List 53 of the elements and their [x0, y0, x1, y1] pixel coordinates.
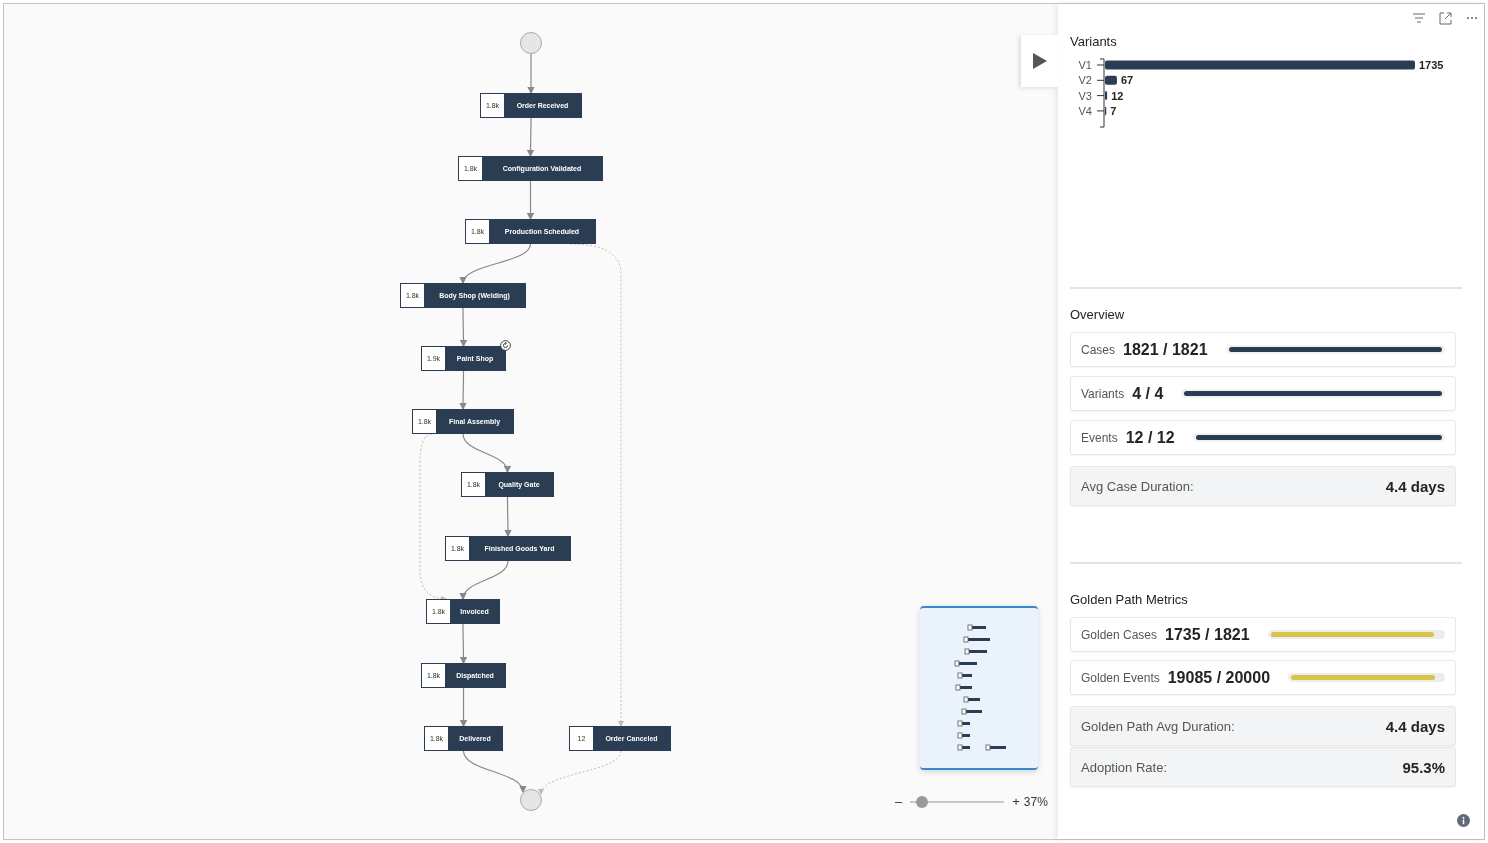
bar-value-label: 67	[1120, 74, 1134, 87]
flow-arrow	[459, 687, 468, 728]
variant-bar[interactable]	[1105, 75, 1117, 85]
flow-arrow	[462, 750, 526, 794]
stat-label: Avg Case Duration:	[1081, 478, 1194, 494]
start-node	[520, 32, 542, 54]
metric-value: 12 / 12	[1125, 428, 1175, 447]
stat-value: 95.3%	[1402, 758, 1445, 776]
play-icon	[1032, 53, 1047, 69]
category-label: V4	[1078, 104, 1092, 117]
metric-label: Cases	[1081, 342, 1115, 357]
section-title: Overview	[1070, 307, 1126, 323]
metric-value: 1821 / 1821	[1123, 340, 1208, 359]
metric-value: 4 / 4	[1132, 384, 1164, 403]
zoom-percentage: 37%	[1023, 794, 1048, 809]
info-icon[interactable]	[1457, 814, 1470, 827]
metric-label: Golden Cases	[1081, 627, 1158, 642]
flow-arrow	[459, 623, 468, 665]
metric-value: 1735 / 1821	[1165, 625, 1250, 644]
expand-icon[interactable]	[1439, 11, 1452, 25]
flow-arrow	[459, 307, 468, 348]
stat-value: 4.4 days	[1385, 717, 1445, 735]
stat-label: Adoption Rate:	[1081, 759, 1167, 775]
variant-bar[interactable]	[1105, 91, 1108, 101]
stat-value: 4.4 days	[1385, 477, 1445, 495]
metric-value: 19085 / 20000	[1167, 668, 1271, 687]
end-node	[520, 789, 542, 811]
flow-arrow	[526, 180, 535, 221]
flow-arrow	[459, 370, 467, 411]
metric-label: Golden Events	[1081, 670, 1160, 685]
flow-arrow	[462, 433, 510, 474]
category-label: V2	[1078, 74, 1092, 87]
category-label: V1	[1078, 59, 1092, 71]
flow-arrow	[526, 117, 535, 158]
flow-arrow	[504, 496, 512, 538]
flow-arrow	[460, 560, 509, 601]
section-title: Golden Path Metrics	[1070, 592, 1189, 608]
metric-label: Events	[1081, 430, 1118, 445]
zoom-slider-thumb[interactable]	[916, 795, 929, 808]
zoom-in-button[interactable]: +	[1012, 794, 1020, 809]
bar-value-label: 1735	[1419, 59, 1444, 71]
stat-label: Golden Path Avg Duration:	[1081, 718, 1235, 734]
more-options-icon[interactable]	[1466, 16, 1478, 20]
axis-line	[1096, 58, 1105, 128]
section-title: Variants	[1070, 34, 1118, 50]
flow-arrow	[527, 53, 535, 95]
bar-value-label: 12	[1111, 89, 1124, 102]
bar-value-label: 7	[1110, 104, 1117, 117]
category-label: V3	[1078, 89, 1092, 102]
play-button[interactable]	[1021, 35, 1058, 87]
metric-label: Variants	[1081, 386, 1125, 401]
flow-arrow	[461, 243, 532, 285]
zoom-out-button[interactable]: –	[895, 794, 903, 809]
